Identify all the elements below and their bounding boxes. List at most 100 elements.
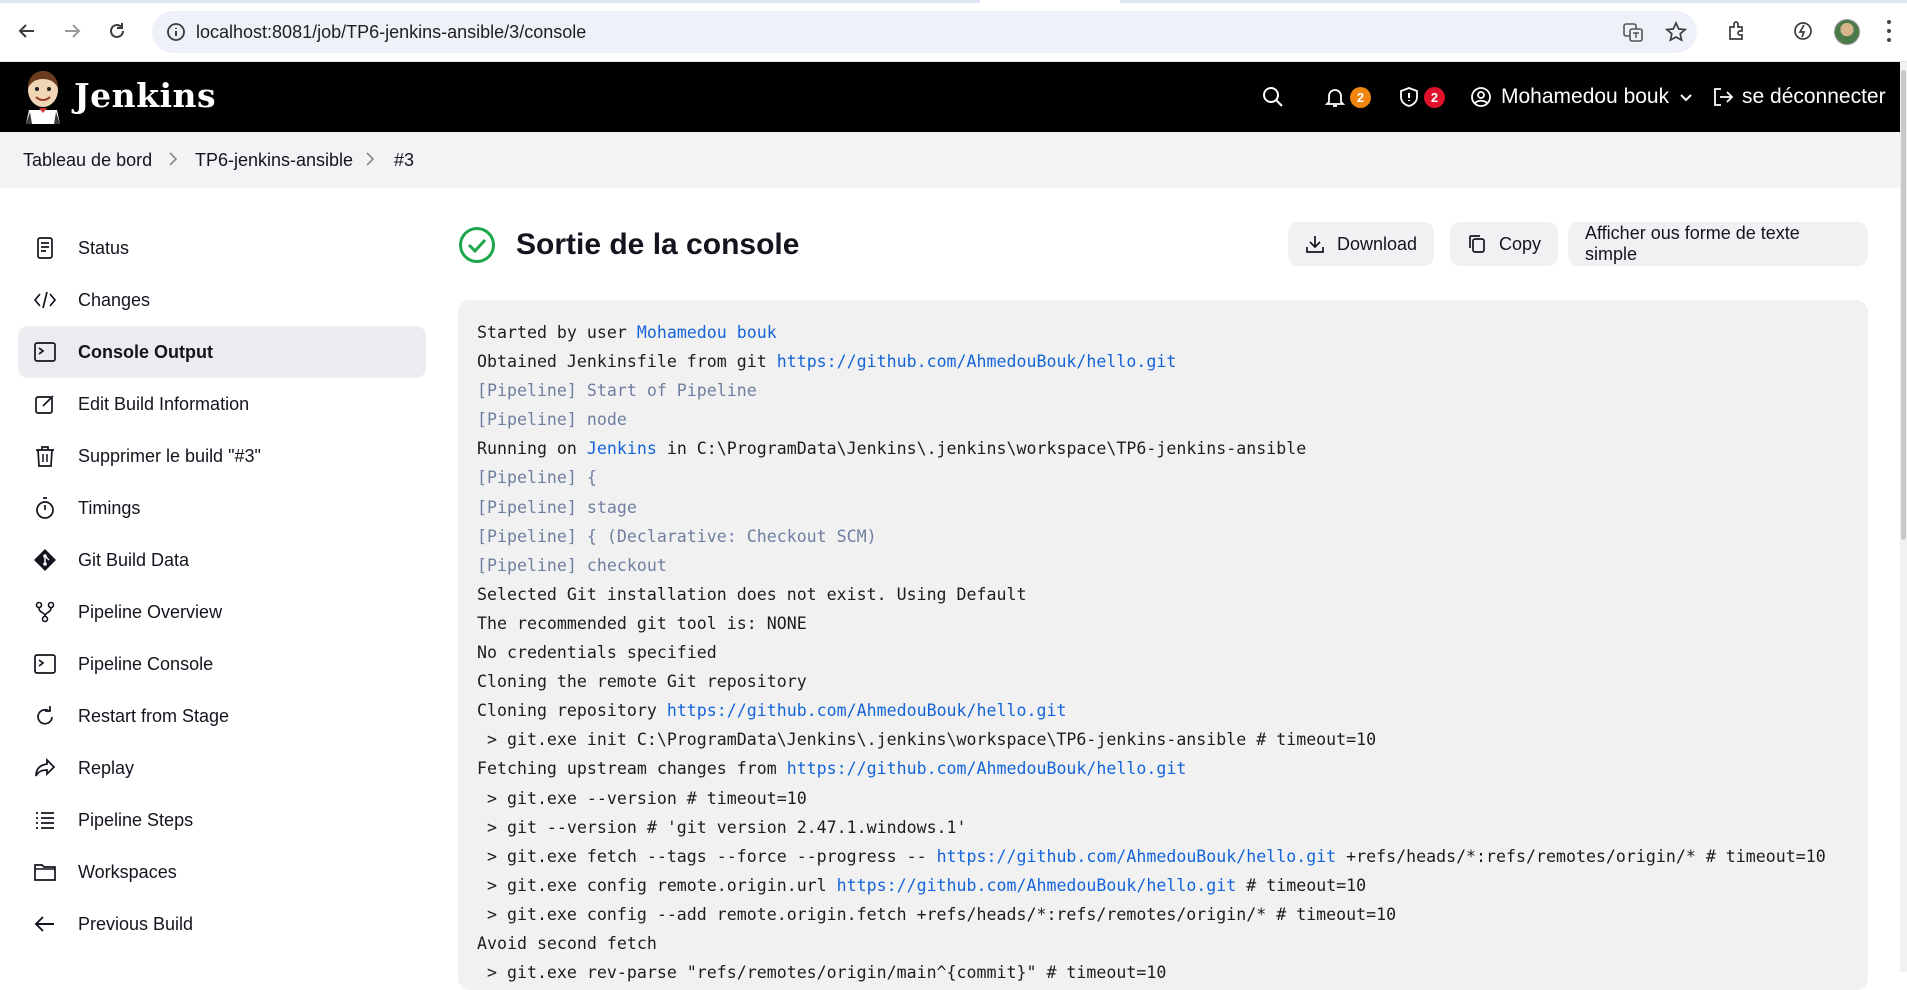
sidebar-item-label: Console Output (78, 341, 213, 362)
logout-icon (1714, 88, 1734, 106)
console-line: [Pipeline] { (477, 463, 1849, 492)
sidebar-item-restart-from-stage[interactable]: Restart from Stage (18, 690, 426, 742)
forward-button[interactable] (57, 16, 87, 46)
sidebar-item-pipeline-console[interactable]: Pipeline Console (18, 638, 426, 690)
console-link[interactable]: https://github.com/AhmedouBouk/hello.git (837, 876, 1237, 895)
back-button[interactable] (12, 16, 42, 46)
copy-icon (1469, 235, 1485, 253)
console-text: > git.exe config remote.origin.url (477, 875, 837, 895)
stopwatch-icon (32, 495, 58, 521)
replay-icon (32, 755, 58, 781)
console-link[interactable]: https://github.com/AhmedouBouk/hello.git (667, 701, 1067, 720)
console-line: > git.exe config --add remote.origin.fet… (477, 900, 1849, 929)
download-button[interactable]: Download (1288, 222, 1435, 266)
console-text: Cloning the remote Git repository (477, 672, 807, 692)
console-link[interactable]: https://github.com/AhmedouBouk/hello.git (937, 847, 1337, 866)
bookmark-star-icon[interactable] (1665, 21, 1687, 43)
sidebar-item-git-build-data[interactable]: Git Build Data (18, 534, 426, 586)
search-button[interactable] (1262, 62, 1284, 132)
notifications-button[interactable]: 2 (1324, 62, 1371, 132)
sidebar-item-pipeline-overview[interactable]: Pipeline Overview (18, 586, 426, 638)
console-line: Fetching upstream changes from https://g… (477, 754, 1849, 783)
search-icon (1263, 87, 1283, 107)
user-name: Mohamedou bouk (1501, 85, 1670, 108)
download-icon (1306, 236, 1324, 253)
breadcrumb-build[interactable]: #3 (394, 150, 414, 171)
sidebar-item-edit-build-information[interactable]: Edit Build Information (18, 378, 426, 430)
console-text: [Pipeline] checkout (477, 555, 667, 575)
console-text: Started by user (477, 323, 637, 342)
console-line: The recommended git tool is: NONE (477, 609, 1849, 638)
site-info-icon[interactable] (166, 22, 186, 42)
notifications-badge: 2 (1350, 86, 1371, 108)
breadcrumb-job[interactable]: TP6-jenkins-ansible (195, 150, 353, 171)
browser-menu-icon[interactable] (1886, 20, 1892, 42)
console-link[interactable]: https://github.com/AhmedouBouk/hello.git (787, 759, 1187, 778)
translate-icon[interactable] (1622, 21, 1644, 43)
jenkins-logo-icon[interactable] (22, 70, 64, 124)
edit-icon (32, 391, 58, 417)
security-button[interactable]: 2 (1398, 62, 1445, 132)
copy-button[interactable]: Copy (1450, 222, 1559, 266)
console-text: > git.exe rev-parse "refs/remotes/origin… (477, 963, 1167, 983)
console-line: > git.exe fetch --tags --force --progres… (477, 842, 1849, 871)
console-line: > git.exe init C:\ProgramData\Jenkins\.j… (477, 725, 1849, 754)
arrow-left-icon (32, 911, 58, 937)
breadcrumb: Tableau de bord TP6-jenkins-ansible #3 (0, 132, 1900, 188)
sidebar-item-label: Workspaces (78, 861, 177, 882)
sidebar: Status Changes Console Output Edit Build… (18, 222, 426, 950)
reload-button[interactable] (102, 16, 132, 46)
address-bar[interactable]: localhost:8081/job/TP6-jenkins-ansible/3… (152, 11, 1697, 53)
console-line: > git.exe rev-parse "refs/remotes/origin… (477, 958, 1849, 987)
app-title[interactable]: Jenkins (74, 76, 216, 115)
chevron-right-icon (366, 152, 375, 166)
logout-link[interactable]: se déconnecter (1712, 62, 1886, 132)
console-text: Fetching upstream changes from (477, 759, 787, 779)
extensions-icon[interactable] (1722, 16, 1752, 46)
console-line: [Pipeline] stage (477, 493, 1849, 522)
restart-icon (32, 703, 58, 729)
sidebar-item-timings[interactable]: Timings (18, 482, 426, 534)
console-link[interactable]: https://github.com/AhmedouBouk/hello.git (777, 352, 1177, 371)
sidebar-item-label: Supprimer le build "#3" (78, 445, 261, 466)
sidebar-item-label: Replay (78, 757, 135, 778)
download-label: Download (1337, 233, 1418, 254)
console-text: Selected Git installation does not exist… (477, 584, 1027, 604)
terminal-icon (32, 339, 58, 365)
console-text: [Pipeline] { (Declarative: Checkout SCM) (477, 526, 877, 546)
sidebar-item-console-output[interactable]: Console Output (18, 326, 426, 378)
sidebar-item-previous-build[interactable]: Previous Build (18, 898, 426, 950)
performance-icon[interactable] (1788, 16, 1818, 46)
sidebar-item-label: Restart from Stage (78, 705, 230, 726)
plain-text-button[interactable]: Afficher ous forme de texte simple (1568, 222, 1868, 266)
page-title: Sortie de la console (516, 228, 800, 261)
page-scrollbar[interactable] (1900, 62, 1907, 972)
sidebar-item-label: Timings (78, 497, 141, 518)
user-menu[interactable]: Mohamedou bouk (1470, 62, 1693, 132)
sidebar-item-delete-build[interactable]: Supprimer le build "#3" (18, 430, 426, 482)
git-icon (32, 547, 58, 573)
console-line: > git.exe --version # timeout=10 (477, 784, 1849, 813)
console-line: Obtained Jenkinsfile from git https://gi… (477, 347, 1849, 376)
console-link[interactable]: Mohamedou bouk (637, 323, 777, 342)
arrow-right-icon (65, 24, 81, 38)
page-header: Sortie de la console Download Copy Affic… (458, 222, 1868, 272)
logout-label: se déconnecter (1742, 85, 1886, 108)
console-line: Cloning the remote Git repository (477, 667, 1849, 696)
status-icon (32, 235, 58, 261)
console-link[interactable]: Jenkins (587, 439, 657, 458)
sidebar-item-status[interactable]: Status (18, 222, 426, 274)
sidebar-item-label: Changes (78, 289, 151, 310)
console-text: [Pipeline] stage (477, 497, 637, 517)
sidebar-item-pipeline-steps[interactable]: Pipeline Steps (18, 794, 426, 846)
console-text: +refs/heads/*:refs/remotes/origin/* # ti… (1336, 846, 1826, 866)
console-text: > git --version # 'git version 2.47.1.wi… (477, 817, 967, 837)
sidebar-item-workspaces[interactable]: Workspaces (18, 846, 426, 898)
shield-icon (1400, 87, 1418, 107)
breadcrumb-dashboard[interactable]: Tableau de bord (23, 150, 152, 171)
sidebar-item-changes[interactable]: Changes (18, 274, 426, 326)
sidebar-item-label: Edit Build Information (78, 393, 250, 414)
profile-avatar[interactable] (1834, 19, 1860, 45)
sidebar-item-label: Pipeline Console (78, 653, 214, 674)
sidebar-item-replay[interactable]: Replay (18, 742, 426, 794)
